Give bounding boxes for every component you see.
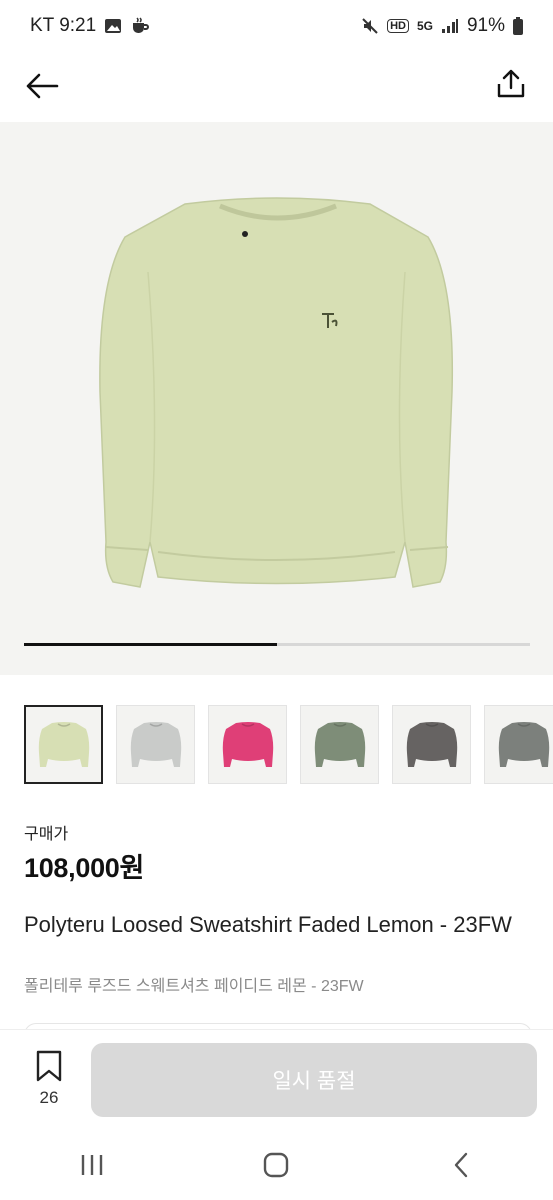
arrow-left-icon (26, 73, 59, 99)
mute-icon (361, 17, 379, 35)
product-title: Polyteru Loosed Sweatshirt Faded Lemon -… (24, 912, 512, 937)
battery-percent: 91% (466, 15, 505, 36)
price-value: 108,000원 (24, 853, 145, 883)
thumbnail-3[interactable] (208, 705, 287, 784)
thumbnail-sweatshirt-image (498, 721, 549, 767)
bookmark-icon (36, 1050, 62, 1082)
thumbnail-sweatshirt-image (406, 721, 457, 767)
thumbnail-sweatshirt-image (314, 721, 365, 767)
network-hd-badge: HD (387, 19, 409, 33)
battery-icon (513, 17, 523, 35)
status-left: KT 9:21 (30, 15, 150, 37)
bookmark-count: 26 (39, 1088, 59, 1107)
recent-apps-button[interactable] (52, 1140, 132, 1190)
recent-apps-icon (81, 1155, 103, 1175)
thumbnail-1[interactable] (24, 705, 103, 784)
system-back-button[interactable] (421, 1140, 501, 1190)
sold-out-button[interactable]: 일시 품절 (91, 1043, 537, 1117)
bookmark-button[interactable]: 26 (24, 1050, 74, 1120)
signal-icon (441, 18, 459, 34)
home-icon (264, 1152, 289, 1178)
thumbnail-5[interactable] (392, 705, 471, 784)
back-button[interactable] (22, 66, 62, 106)
thumbnail-4[interactable] (300, 705, 379, 784)
sweatshirt-image (99, 197, 454, 588)
share-icon (497, 69, 525, 98)
share-button[interactable] (491, 64, 531, 104)
bottom-action-bar: 26 일시 품절 (0, 1030, 553, 1130)
thumbnail-strip (24, 705, 553, 785)
thumbnail-6[interactable] (484, 705, 553, 784)
home-button[interactable] (236, 1140, 316, 1190)
system-nav-bar (0, 1130, 553, 1200)
price-label: 구매가 (24, 826, 69, 843)
gallery-progress-fill (24, 643, 277, 646)
status-bar: KT 9:21 HD 5G 91% (0, 0, 553, 52)
back-icon (454, 1152, 468, 1178)
thumbnail-sweatshirt-image (38, 721, 89, 767)
product-image[interactable] (0, 122, 553, 675)
gallery-icon (104, 17, 122, 35)
network-gen: 5G (416, 19, 433, 33)
coffee-icon (130, 17, 150, 35)
thumbnail-sweatshirt-image (222, 721, 273, 767)
thumbnail-sweatshirt-image (130, 721, 181, 767)
status-right: HD 5G 91% (361, 15, 523, 37)
status-time: KT 9:21 (30, 15, 97, 36)
product-subtitle: 폴리테루 루즈드 스웨트셔츠 페이디드 레몬 - 23FW (24, 978, 364, 995)
top-bar (0, 52, 553, 122)
thumbnail-2[interactable] (116, 705, 195, 784)
